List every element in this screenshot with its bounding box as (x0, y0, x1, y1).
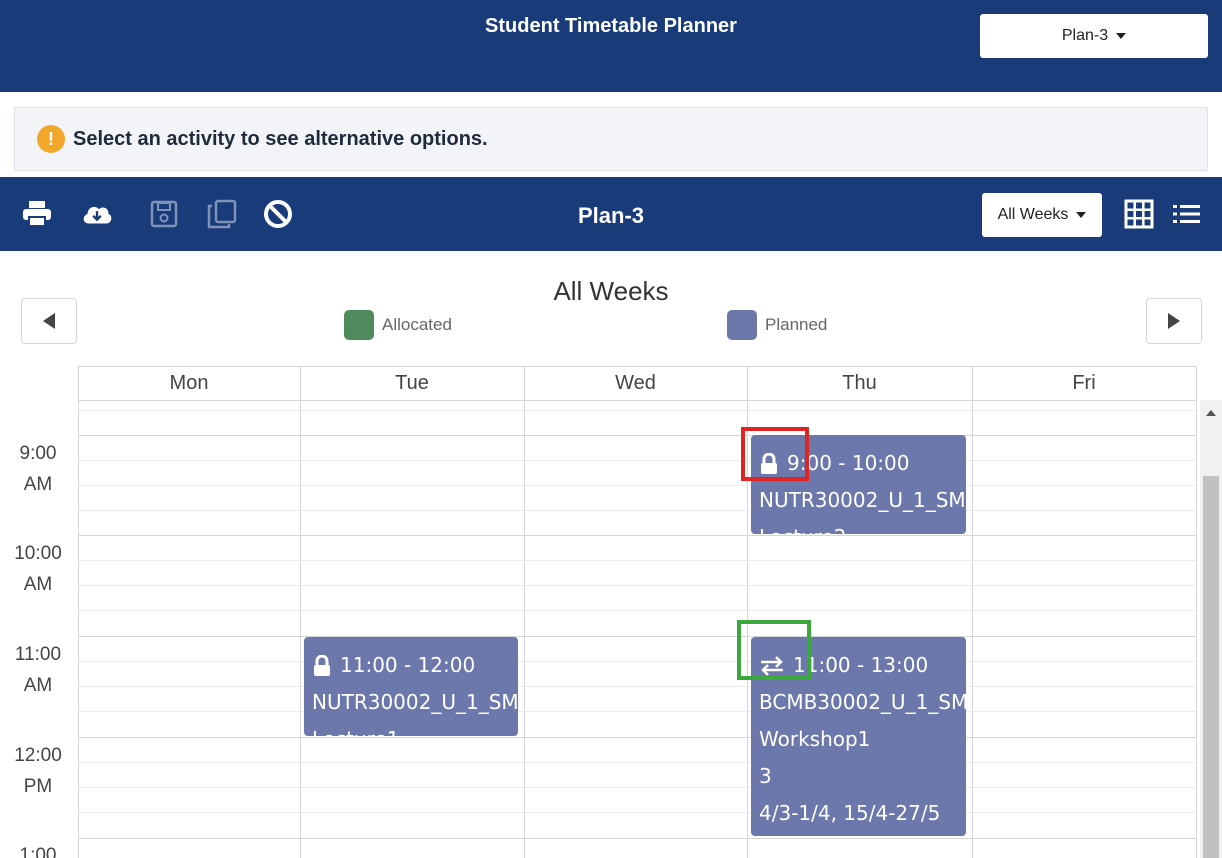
grid-border (78, 400, 1196, 401)
day-header-wed: Wed (615, 372, 656, 394)
list-view-icon[interactable] (1170, 197, 1204, 231)
info-notice: ! Select an activity to see alternative … (14, 107, 1208, 171)
caret-left-icon (43, 313, 55, 329)
scrollbar[interactable] (1200, 400, 1222, 858)
day-header-mon: Mon (169, 372, 209, 394)
allocated-swatch (344, 310, 374, 340)
weeks-dropdown-label: All Weeks (997, 206, 1069, 223)
grid-line (78, 838, 1196, 839)
lock-icon (314, 654, 330, 676)
grid-divider (524, 366, 525, 858)
grid-line (78, 787, 1196, 788)
day-header-tue: Tue (395, 372, 429, 394)
grid-line (78, 460, 1196, 461)
notice-text: Select an activity to see alternative op… (73, 127, 488, 150)
event-code: BCMB30002_U_1_SM (759, 690, 966, 714)
caret-right-icon (1168, 313, 1180, 329)
grid-line (78, 560, 1196, 561)
time-label: 12:00 PM (14, 745, 62, 797)
time-label: 10:00 AM (14, 543, 62, 595)
plan-dropdown-label: Plan-3 (1061, 27, 1109, 44)
grid-line (78, 435, 1196, 436)
event-time: 11:00 - 13:00 (793, 653, 929, 677)
event-activity: Lecture1 (312, 721, 518, 736)
legend-allocated: Allocated (344, 310, 452, 340)
event-code: NUTR30002_U_1_SM (759, 488, 966, 512)
legend-planned: Planned (727, 310, 827, 340)
scroll-up-icon[interactable] (1206, 410, 1216, 416)
grid-line (78, 737, 1196, 738)
grid-line (78, 410, 1196, 411)
event-tue-1100[interactable]: 11:00 - 12:00 NUTR30002_U_1_SM Lecture1 (304, 637, 518, 736)
timetable-toolbar: Plan-3 All Weeks (0, 177, 1222, 251)
day-header-fri: Fri (1072, 372, 1096, 394)
scroll-thumb[interactable] (1203, 476, 1219, 858)
grid-line (78, 585, 1196, 586)
plan-dropdown[interactable]: Plan-3 (980, 14, 1208, 58)
event-activity: Workshop1 (759, 727, 871, 751)
grid-line (78, 485, 1196, 486)
day-header-thu: Thu (842, 372, 877, 394)
grid-line (78, 812, 1196, 813)
app-header: Student Timetable Planner Plan-3 (0, 0, 1222, 92)
highlight-green-box (737, 620, 811, 680)
grid-divider (972, 366, 973, 858)
event-extra: 3 (759, 764, 772, 788)
grid-line (78, 661, 1196, 662)
legend-label: Allocated (382, 315, 452, 334)
chevron-down-icon (1116, 33, 1127, 39)
weeks-heading: All Weeks (553, 276, 669, 306)
grid-view-icon[interactable] (1122, 197, 1156, 231)
event-time: 11:00 - 12:00 (340, 653, 476, 677)
warning-icon: ! (37, 125, 65, 153)
event-code: NUTR30002_U_1_SM (312, 690, 518, 714)
grid-line (78, 686, 1196, 687)
grid-line (78, 535, 1196, 536)
grid-line (78, 636, 1196, 637)
timetable-grid: Mon Tue Wed Thu Fri 9:00 AM 10:00 AM 11:00… (0, 366, 1222, 858)
grid-line (78, 711, 1196, 712)
grid-line (78, 762, 1196, 763)
time-label: 11:00 AM (14, 644, 62, 696)
time-label: 1:00 (19, 845, 57, 858)
grid-divider (300, 366, 301, 858)
grid-line (78, 510, 1196, 511)
planned-swatch (727, 310, 757, 340)
grid-divider (1196, 366, 1197, 858)
event-weeks: 4/3-1/4, 15/4-27/5 (759, 801, 941, 825)
highlight-red-box (741, 427, 809, 481)
grid-divider (78, 366, 79, 858)
chevron-down-icon (1076, 212, 1087, 218)
event-activity: Lecture2 (759, 519, 966, 534)
legend-label: Planned (765, 315, 828, 334)
grid-line (78, 610, 1196, 611)
time-label: 9:00 AM (19, 443, 57, 495)
weeks-dropdown[interactable]: All Weeks (982, 193, 1102, 237)
